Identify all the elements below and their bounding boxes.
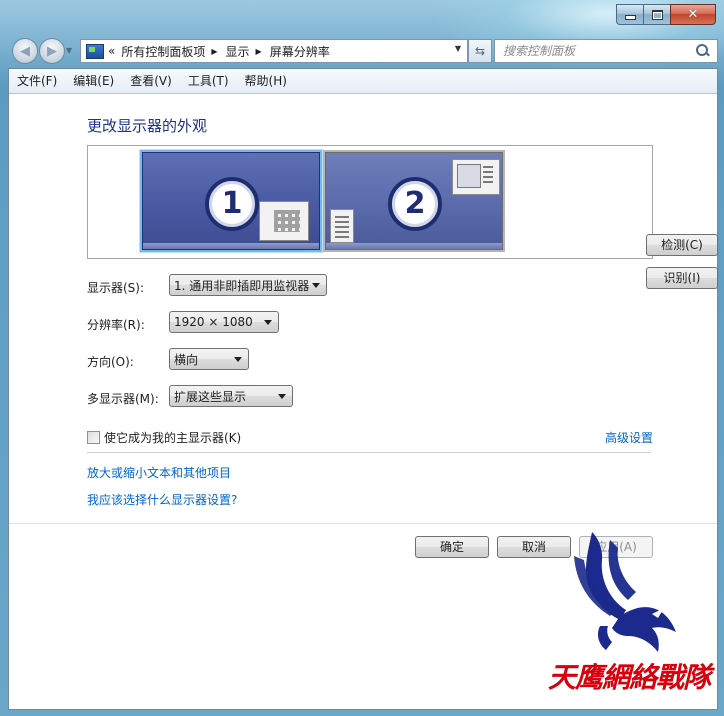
maximize-button[interactable]: [643, 4, 670, 25]
address-dropdown-icon[interactable]: ▼: [455, 44, 461, 53]
caption-buttons: ✕: [616, 4, 716, 25]
primary-display-checkbox[interactable]: [87, 431, 100, 444]
refresh-button[interactable]: ⇆: [468, 39, 492, 63]
advanced-settings-link[interactable]: 高级设置: [605, 429, 653, 446]
search-icon[interactable]: [695, 43, 711, 59]
section-divider: [87, 452, 651, 453]
resolution-select[interactable]: 1920 × 1080: [169, 311, 279, 333]
display-settings-help-link[interactable]: 我应该选择什么显示器设置?: [87, 491, 237, 508]
text-size-link[interactable]: 放大或缩小文本和其他项目: [87, 464, 231, 481]
taskbar-strip: [143, 243, 319, 249]
breadcrumb-separator-icon[interactable]: ▶: [211, 47, 217, 56]
menu-edit[interactable]: 编辑(E): [65, 70, 122, 92]
menu-help[interactable]: 帮助(H): [237, 70, 295, 92]
resolution-select-value: 1920 × 1080: [174, 315, 253, 329]
monitor-2[interactable]: 2: [323, 150, 505, 252]
close-button[interactable]: ✕: [670, 4, 716, 25]
monitor-arrangement-panel: 1 2 检测(C) 识别(I): [87, 145, 718, 289]
monitor-1[interactable]: 1: [140, 150, 322, 252]
content-window: 文件(F) 编辑(E) 查看(V) 工具(T) 帮助(H) 更改显示器的外观 1…: [8, 68, 718, 710]
search-input[interactable]: [501, 41, 695, 61]
window-thumbnail-icon: [452, 159, 500, 195]
forward-arrow-icon: ▶: [47, 43, 57, 59]
monitor-number-2: 2: [388, 177, 442, 231]
navigation-bar: ◀ ▶ ▼ « 所有控制面板项 ▶ 显示 ▶ 屏幕分辨率 ▼ ⇆: [8, 36, 718, 64]
identify-button[interactable]: 识别(I): [646, 267, 718, 289]
monitor-number-1: 1: [205, 177, 259, 231]
multiple-displays-label: 多显示器(M):: [87, 392, 159, 406]
display-select-value: 1. 通用非即插即用监视器: [174, 278, 310, 293]
minimize-button[interactable]: [616, 4, 643, 25]
document-thumbnail-icon: [330, 209, 354, 243]
orientation-select-value: 横向: [174, 352, 199, 367]
orientation-label: 方向(O):: [87, 355, 134, 369]
address-overflow[interactable]: «: [108, 44, 115, 58]
recent-pages-dropdown[interactable]: ▼: [66, 46, 72, 55]
page-title: 更改显示器的外观: [87, 117, 208, 135]
menu-file[interactable]: 文件(F): [9, 70, 65, 92]
dropdown-arrow-icon: [234, 356, 242, 362]
breadcrumb-separator-icon[interactable]: ▶: [256, 47, 262, 56]
ok-button[interactable]: 确定: [415, 536, 489, 558]
display-label: 显示器(S):: [87, 281, 145, 295]
back-button[interactable]: ◀: [12, 38, 38, 64]
multiple-displays-select[interactable]: 扩展这些显示: [169, 385, 293, 407]
menu-tools[interactable]: 工具(T): [180, 70, 237, 92]
address-bar[interactable]: « 所有控制面板项 ▶ 显示 ▶ 屏幕分辨率 ▼: [80, 39, 468, 63]
dropdown-arrow-icon: [312, 282, 320, 288]
menu-bar: 文件(F) 编辑(E) 查看(V) 工具(T) 帮助(H): [9, 69, 717, 94]
footer-divider: [9, 523, 717, 524]
apply-button[interactable]: 应用(A): [579, 536, 653, 558]
orientation-select[interactable]: 横向: [169, 348, 249, 370]
forward-button[interactable]: ▶: [39, 38, 65, 64]
primary-display-checkbox-label[interactable]: 使它成为我的主显示器(K): [104, 429, 241, 446]
breadcrumb-all-items[interactable]: 所有控制面板项: [121, 43, 205, 60]
display-select[interactable]: 1. 通用非即插即用监视器: [169, 274, 327, 296]
cancel-button[interactable]: 取消: [497, 536, 571, 558]
resolution-label: 分辨率(R):: [87, 318, 145, 332]
back-arrow-icon: ◀: [20, 43, 30, 59]
maximize-icon: [651, 9, 663, 20]
detect-button[interactable]: 检测(C): [646, 234, 718, 256]
dropdown-arrow-icon: [278, 393, 286, 399]
taskbar-strip: [326, 243, 502, 249]
breadcrumb-display[interactable]: 显示: [226, 43, 250, 60]
primary-display-option[interactable]: 使它成为我的主显示器(K): [87, 429, 241, 446]
search-box[interactable]: [494, 39, 718, 63]
close-icon: ✕: [687, 7, 699, 22]
desktop-thumbnail-icon: [259, 201, 309, 241]
multiple-displays-select-value: 扩展这些显示: [174, 389, 247, 404]
breadcrumb-screen-resolution[interactable]: 屏幕分辨率: [270, 43, 330, 60]
minimize-icon: [624, 15, 636, 20]
control-panel-icon: [86, 43, 104, 59]
menu-view[interactable]: 查看(V): [122, 70, 180, 92]
dropdown-arrow-icon: [264, 319, 272, 325]
refresh-icon: ⇆: [474, 44, 486, 58]
